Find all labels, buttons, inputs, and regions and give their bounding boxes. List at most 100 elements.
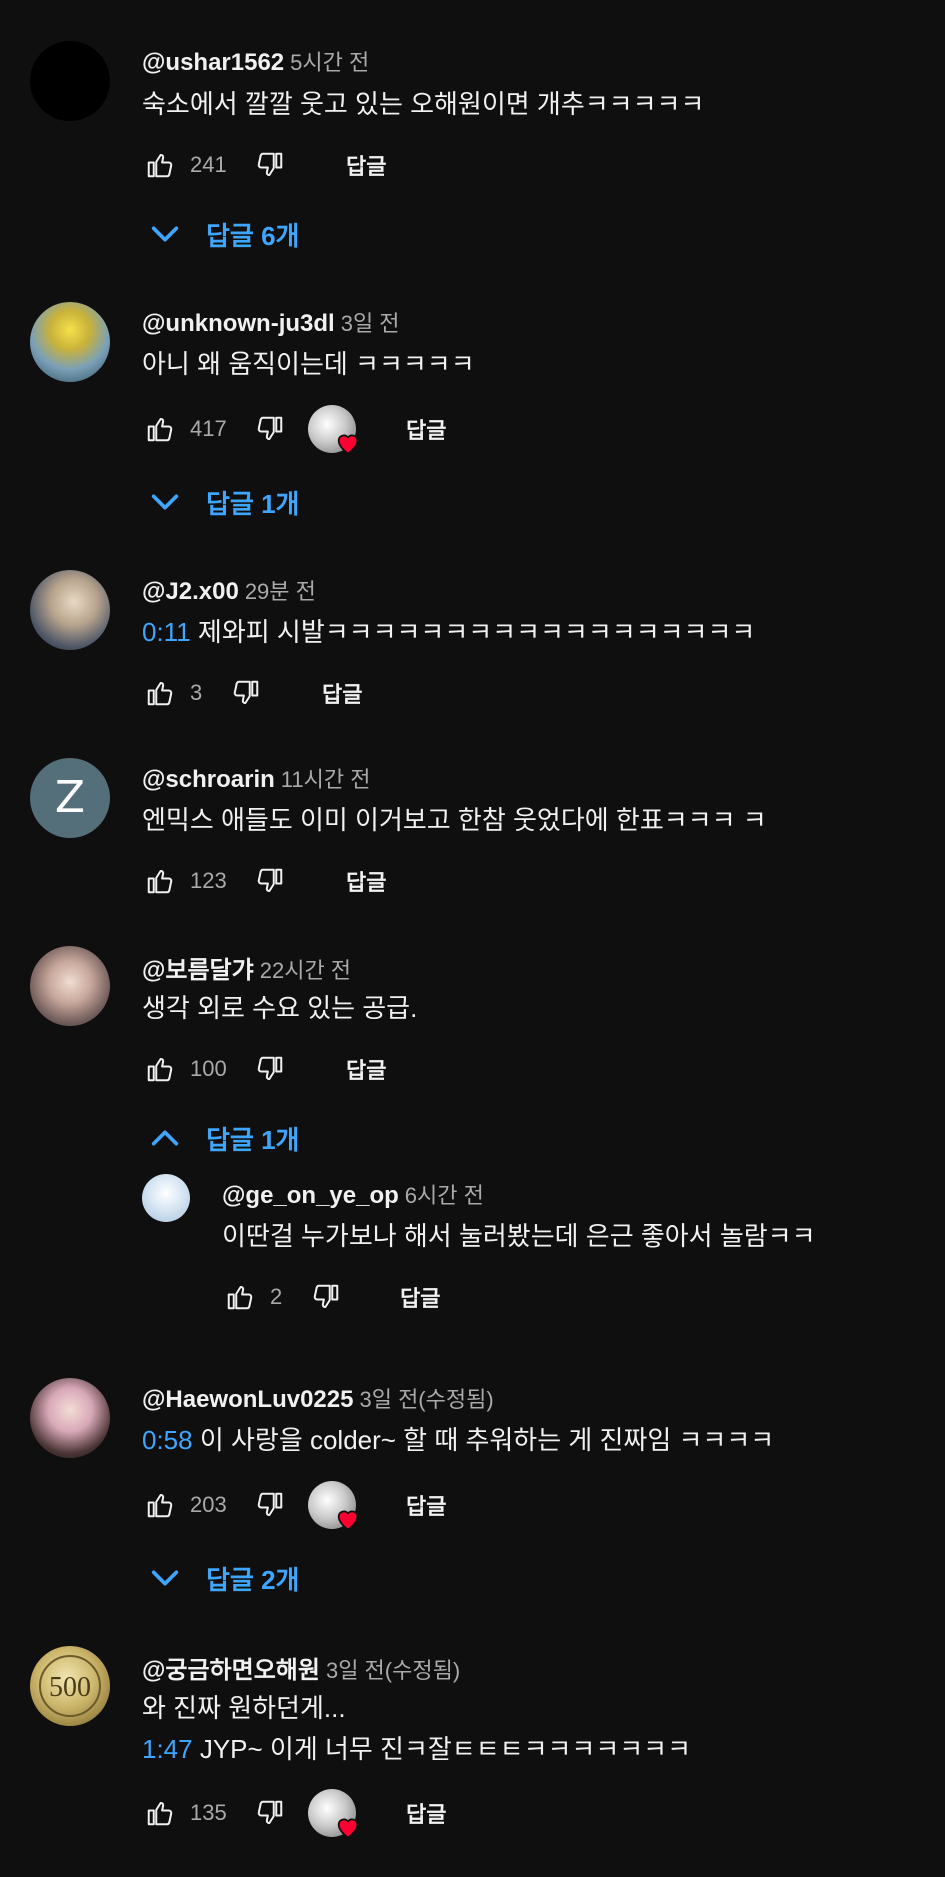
- comment-author[interactable]: @궁금하면오해원: [142, 1657, 320, 1684]
- replies-toggle[interactable]: 답글 2개: [148, 1553, 299, 1603]
- comment-time[interactable]: 3일 전(수정됨): [359, 1387, 493, 1412]
- dislike-button[interactable]: [308, 1279, 344, 1315]
- like-count: 2: [270, 1284, 283, 1309]
- comment-text: 와 진짜 원하던게...: [142, 1693, 346, 1723]
- comment-time[interactable]: 29분 전: [245, 579, 316, 604]
- reply-author[interactable]: @ge_on_ye_op: [222, 1182, 399, 1209]
- video-timestamp-link[interactable]: 0:58: [142, 1425, 193, 1455]
- avatar[interactable]: 500: [30, 1646, 110, 1726]
- comment-text: 0:58 이 사랑을 colder~ 할 때 추워하는 게 진짜임 ㅋㅋㅋㅋ: [142, 1420, 774, 1460]
- thumb-up-icon: [145, 1798, 175, 1828]
- like-button[interactable]: [142, 1051, 178, 1087]
- like-button[interactable]: [142, 863, 178, 899]
- reply-time[interactable]: 6시간 전: [405, 1183, 484, 1208]
- like-count: 203: [190, 1492, 227, 1517]
- reply-text: 이딴걸 누가보나 해서 눌러봤는데 은근 좋아서 놀람ㅋㅋ: [222, 1221, 816, 1251]
- reply-button[interactable]: 답글: [400, 1281, 440, 1313]
- like-button[interactable]: [142, 411, 178, 447]
- video-timestamp-link[interactable]: 1:47: [142, 1734, 193, 1764]
- avatar[interactable]: Z: [30, 758, 110, 838]
- reply-actions: 2 답글: [222, 1272, 440, 1322]
- comment-time[interactable]: 3일 전: [341, 311, 400, 336]
- comment-actions: 203 답글: [142, 1480, 446, 1530]
- like-button[interactable]: [142, 1487, 178, 1523]
- replies-count-label: 답글 2개: [206, 1564, 300, 1595]
- thumb-up-icon: [225, 1282, 255, 1312]
- comment-author[interactable]: @unknown-ju3dl: [142, 310, 335, 337]
- replies-count-label: 답글 1개: [206, 1124, 300, 1155]
- reply-button[interactable]: 답글: [346, 1053, 386, 1085]
- like-button[interactable]: [142, 147, 178, 183]
- dislike-button[interactable]: [252, 1051, 288, 1087]
- reply-button[interactable]: 답글: [406, 1489, 446, 1521]
- comment-author[interactable]: @schroarin: [142, 766, 275, 793]
- avatar[interactable]: [30, 41, 110, 121]
- replies-toggle[interactable]: 답글 1개: [148, 477, 299, 527]
- reply-button[interactable]: 답글: [406, 1797, 446, 1829]
- comment-actions: 123 답글: [142, 856, 386, 906]
- dislike-button[interactable]: [252, 1795, 288, 1831]
- avatar[interactable]: [30, 570, 110, 650]
- comment-author[interactable]: @J2.x00: [142, 578, 239, 605]
- avatar[interactable]: [30, 1378, 110, 1458]
- reply-button[interactable]: 답글: [406, 413, 446, 445]
- thumb-down-icon: [255, 1798, 285, 1828]
- comment-time[interactable]: 5시간 전: [290, 50, 369, 75]
- replies-toggle[interactable]: 답글 6개: [148, 209, 299, 259]
- reply-avatar[interactable]: [142, 1174, 190, 1222]
- chevron-down-icon: [148, 485, 182, 519]
- comment-header: @unknown-ju3dl 3일 전: [142, 306, 400, 338]
- comment-time[interactable]: 22시간 전: [260, 958, 351, 983]
- dislike-button[interactable]: [228, 675, 264, 711]
- like-count: 3: [190, 680, 203, 705]
- comment-text: 0:11 제와피 시발ㅋㅋㅋㅋㅋㅋㅋㅋㅋㅋㅋㅋㅋㅋㅋㅋㅋㅋ: [142, 612, 755, 652]
- dislike-button[interactable]: [252, 863, 288, 899]
- replies-count-label: 답글 1개: [206, 488, 300, 519]
- avatar[interactable]: [30, 946, 110, 1026]
- chevron-down-icon: [148, 217, 182, 251]
- comment-header: @보름달갸 22시간 전: [142, 950, 351, 985]
- comment-time[interactable]: 11시간 전: [281, 767, 371, 792]
- like-button[interactable]: [142, 1795, 178, 1831]
- comment-header: @궁금하면오해원 3일 전(수정됨): [142, 1650, 460, 1685]
- comment-text: 숙소에서 깔깔 웃고 있는 오해원이면 개추ㅋㅋㅋㅋㅋ: [142, 89, 705, 119]
- creator-heart-badge: [308, 1789, 356, 1837]
- heart-icon: [334, 429, 362, 457]
- reply-button[interactable]: 답글: [346, 865, 386, 897]
- comment-header: @J2.x00 29분 전: [142, 574, 316, 606]
- comment-text: 생각 외로 수요 있는 공급.: [142, 993, 418, 1023]
- thumb-up-icon: [145, 678, 175, 708]
- replies-toggle[interactable]: 답글 1개: [148, 1113, 299, 1163]
- thumb-down-icon: [311, 1282, 341, 1312]
- thumb-down-icon: [231, 678, 261, 708]
- like-count: 135: [190, 1800, 227, 1825]
- like-button[interactable]: [142, 675, 178, 711]
- like-button[interactable]: [222, 1279, 258, 1315]
- comment-actions: 100 답글: [142, 1044, 386, 1094]
- video-timestamp-link[interactable]: 0:11: [142, 617, 191, 647]
- comment-author[interactable]: @보름달갸: [142, 957, 254, 984]
- comment-author[interactable]: @HaewonLuv0225: [142, 1386, 353, 1413]
- comment-text-body: 이 사랑을 colder~ 할 때 추워하는 게 진짜임 ㅋㅋㅋㅋ: [192, 1425, 775, 1455]
- reply-button[interactable]: 답글: [322, 677, 362, 709]
- chevron-up-icon: [148, 1121, 182, 1155]
- thumb-up-icon: [145, 1054, 175, 1084]
- reply-header: @ge_on_ye_op 6시간 전: [222, 1178, 484, 1210]
- chevron-down-icon: [148, 1561, 182, 1595]
- dislike-button[interactable]: [252, 411, 288, 447]
- comment-time[interactable]: 3일 전(수정됨): [326, 1658, 460, 1683]
- svg-text:500: 500: [49, 1672, 91, 1703]
- dislike-button[interactable]: [252, 147, 288, 183]
- reply-button[interactable]: 답글: [346, 149, 386, 181]
- comment-header: @HaewonLuv0225 3일 전(수정됨): [142, 1382, 494, 1414]
- comment-author[interactable]: @ushar1562: [142, 49, 284, 76]
- thumb-down-icon: [255, 866, 285, 896]
- thumb-down-icon: [255, 414, 285, 444]
- coin-image: 500: [39, 1655, 101, 1717]
- creator-heart-badge: [308, 405, 356, 453]
- avatar[interactable]: [30, 302, 110, 382]
- comment-header: @ushar1562 5시간 전: [142, 45, 369, 77]
- heart-icon: [334, 1813, 362, 1841]
- thumb-up-icon: [145, 414, 175, 444]
- dislike-button[interactable]: [252, 1487, 288, 1523]
